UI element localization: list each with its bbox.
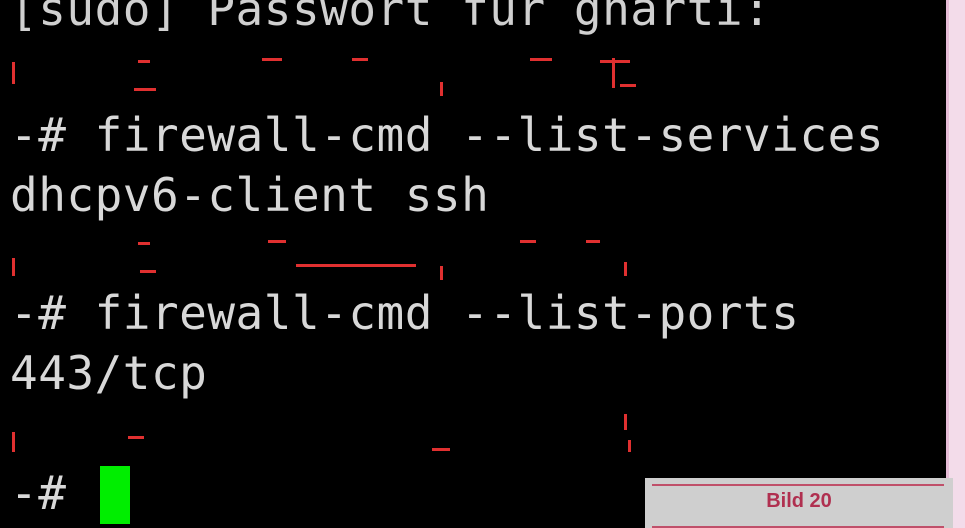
command-list-ports: -# firewall-cmd --list-ports	[10, 286, 800, 340]
command-list-services: -# firewall-cmd --list-services	[10, 108, 885, 162]
terminal-cursor[interactable]	[100, 466, 130, 524]
final-prompt: -#	[10, 466, 67, 520]
terminal-window[interactable]: [sudo] Passwort für gharti: -# firewall-…	[0, 0, 946, 528]
output-ports: 443/tcp	[10, 346, 208, 400]
sudo-prompt-line: [sudo] Passwort für gharti:	[10, 0, 772, 36]
caption-label: Bild 20	[766, 490, 832, 512]
output-services: dhcpv6-client ssh	[10, 168, 490, 222]
page-margin-line	[946, 0, 949, 528]
